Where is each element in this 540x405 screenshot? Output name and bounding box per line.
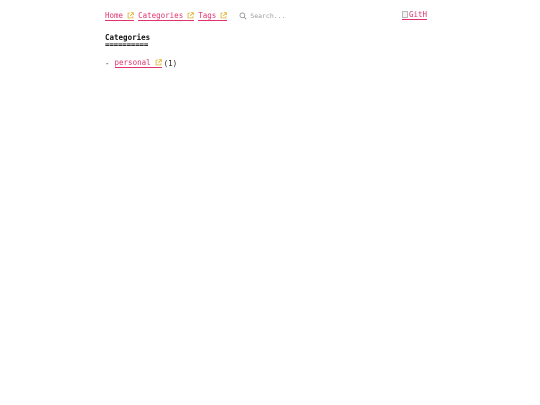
external-link-icon xyxy=(127,12,134,19)
external-link-icon xyxy=(220,12,227,19)
nav-home-link[interactable]: Home xyxy=(105,11,135,21)
nav-categories-link[interactable]: Categories xyxy=(138,11,195,21)
nav-tags-label: Tags xyxy=(198,11,217,20)
list-item: - personal (1) xyxy=(105,58,427,68)
category-count: (1) xyxy=(163,58,178,68)
external-link-icon xyxy=(155,59,162,66)
nav-categories-label: Categories xyxy=(138,11,184,20)
broken-image-icon xyxy=(401,11,408,18)
top-nav: Home Categories Tags Search... GitH xyxy=(105,9,427,23)
page-title: Categories xyxy=(105,33,151,42)
search-icon xyxy=(239,12,247,20)
category-link-personal[interactable]: personal xyxy=(114,58,162,68)
heading-rule: ========== xyxy=(105,40,149,49)
github-label: GitH xyxy=(408,10,427,19)
external-link-icon xyxy=(187,12,194,19)
github-link[interactable]: GitH xyxy=(401,10,427,20)
search-input[interactable] xyxy=(250,12,311,20)
search-box xyxy=(239,12,311,20)
nav-home-label: Home xyxy=(105,11,124,20)
nav-tags-link[interactable]: Tags xyxy=(198,11,228,21)
list-bullet: - xyxy=(105,58,110,68)
page: Home Categories Tags Search... GitH Cate… xyxy=(105,9,427,68)
category-label: personal xyxy=(114,58,151,67)
